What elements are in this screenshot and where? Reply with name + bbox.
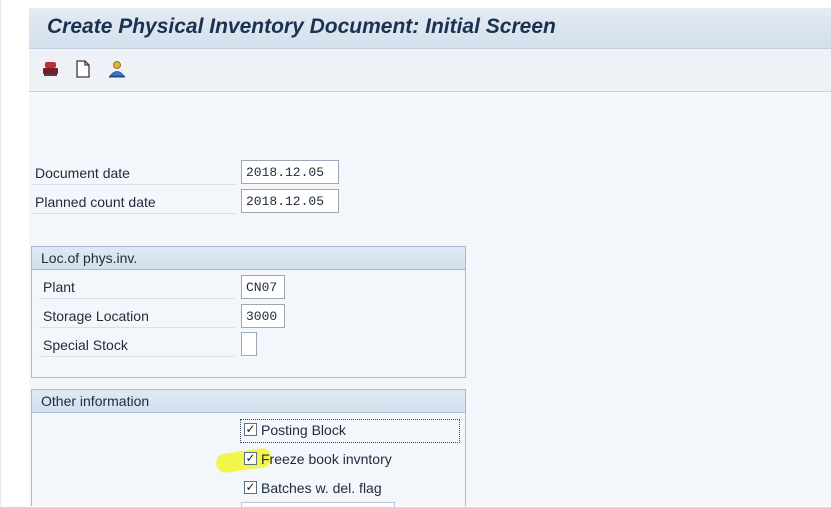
storage-location-input[interactable] — [241, 304, 285, 328]
posting-block-row[interactable]: ✓ Posting Block — [244, 418, 458, 442]
planned-count-date-label: Planned count date — [31, 190, 237, 214]
other-information-group-title: Other information — [32, 390, 465, 413]
posting-block-checkbox[interactable]: ✓ — [244, 423, 257, 436]
special-stock-input[interactable] — [241, 332, 257, 356]
person-settings-icon[interactable] — [107, 59, 127, 79]
freeze-book-inventory-label: Freeze book invntory — [261, 451, 392, 467]
document-date-input[interactable] — [241, 160, 339, 184]
batches-deletion-flag-checkbox[interactable]: ✓ — [244, 481, 257, 494]
title-bar: Create Physical Inventory Document: Init… — [29, 8, 831, 49]
planned-count-date-input[interactable] — [241, 189, 339, 213]
document-date-label: Document date — [31, 161, 237, 185]
new-document-icon[interactable] — [73, 59, 93, 79]
batches-deletion-flag-row[interactable]: ✓ Batches w. del. flag — [244, 476, 458, 500]
posting-block-label: Posting Block — [261, 422, 346, 438]
page-title: Create Physical Inventory Document: Init… — [47, 15, 556, 38]
special-stock-label: Special Stock — [39, 333, 235, 357]
freeze-book-inventory-checkbox[interactable]: ✓ — [244, 452, 257, 465]
inventory-stamp-icon[interactable] — [41, 59, 61, 79]
plant-label: Plant — [39, 275, 235, 299]
window-left-edge — [0, 0, 1, 506]
location-group-title: Loc.of phys.inv. — [32, 247, 465, 270]
plant-input[interactable] — [241, 275, 285, 299]
application-toolbar — [29, 49, 831, 92]
freeze-book-inventory-row[interactable]: ✓ Freeze book invntory — [244, 447, 458, 471]
storage-location-label: Storage Location — [39, 304, 235, 328]
next-field-edge — [241, 502, 395, 507]
batches-deletion-flag-label: Batches w. del. flag — [261, 480, 382, 496]
